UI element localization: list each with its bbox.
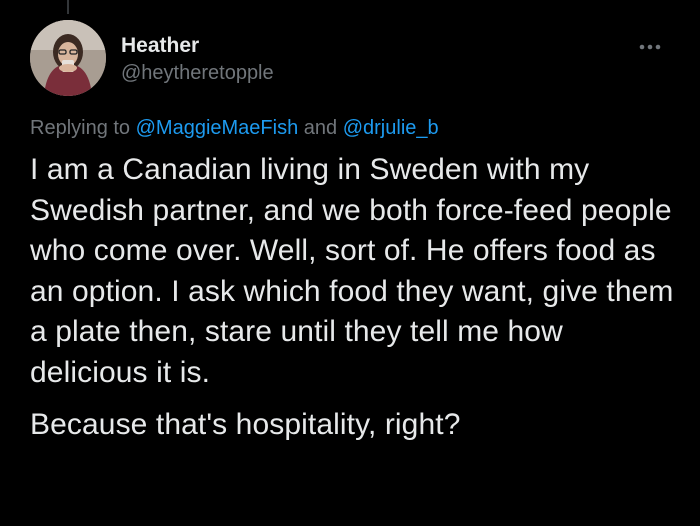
author-handle[interactable]: @heytheretopple — [121, 60, 274, 86]
tweet-paragraph-2: Because that's hospitality, right? — [30, 408, 461, 441]
avatar[interactable] — [30, 20, 106, 96]
author-display-name[interactable]: Heather — [121, 33, 274, 59]
ellipsis-icon — [639, 44, 661, 50]
avatar-image — [30, 20, 106, 96]
mention-link-drjulie[interactable]: @drjulie_b — [343, 117, 439, 139]
replying-to-label: Replying to — [30, 117, 131, 139]
thread-connector-line — [67, 0, 69, 14]
replying-to-line: Replying to @MaggieMaeFish and @drjulie_… — [30, 115, 439, 141]
mention-link-maggiemaefish[interactable]: @MaggieMaeFish — [136, 117, 299, 139]
tweet-text: I am a Canadian living in Sweden with my… — [30, 150, 680, 446]
more-options-button[interactable] — [636, 36, 668, 58]
tweet-paragraph-1: I am a Canadian living in Sweden with my… — [30, 153, 674, 389]
replying-joiner: and — [303, 117, 338, 139]
author-block: Heather @heytheretopple — [121, 33, 274, 86]
